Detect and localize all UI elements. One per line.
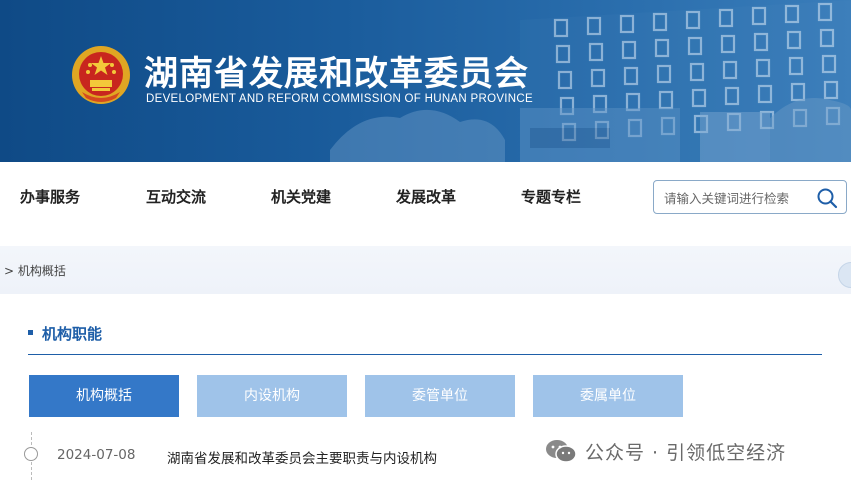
nav-item-services[interactable]: 办事服务	[20, 186, 80, 207]
section-divider	[28, 354, 822, 355]
section-title-text: 机构职能	[42, 325, 103, 343]
wechat-icon	[546, 440, 577, 463]
search-icon[interactable]	[816, 187, 838, 209]
breadcrumb[interactable]: > 机构概括	[4, 262, 66, 279]
site-title: 湖南省发展和改革委员会	[144, 54, 529, 94]
nav-item-interaction[interactable]: 互动交流	[146, 186, 206, 207]
square-bullet-icon	[28, 330, 33, 335]
header-banner: 湖南省发展和改革委员会 DEVELOPMENT AND REFORM COMMI…	[0, 0, 851, 162]
nav-item-party[interactable]: 机关党建	[271, 186, 331, 207]
list-item-date: 2024-07-08	[57, 447, 136, 463]
nav-item-reform[interactable]: 发展改革	[396, 186, 456, 207]
tab-internal-departments[interactable]: 内设机构	[197, 375, 347, 417]
search-input[interactable]	[664, 188, 814, 208]
breadcrumb-bar: > 机构概括	[0, 246, 851, 294]
watermark-text: 公众号 · 引领低空经济	[585, 441, 787, 464]
tab-managed-units[interactable]: 委管单位	[365, 375, 515, 417]
section-title: 机构职能	[28, 323, 102, 344]
nav-item-topics[interactable]: 专题专栏	[521, 186, 581, 207]
timeline-dot-icon	[24, 447, 38, 461]
site-subtitle: DEVELOPMENT AND REFORM COMMISSION OF HUN…	[146, 93, 533, 105]
search-box	[653, 180, 847, 214]
tab-overview[interactable]: 机构概括	[29, 375, 179, 417]
national-emblem-icon	[72, 46, 130, 104]
watermark: 公众号 · 引领低空经济	[545, 437, 786, 465]
main-nav: 办事服务 互动交流 机关党建 发展改革 专题专栏	[0, 162, 851, 230]
list-item-title[interactable]: 湖南省发展和改革委员会主要职责与内设机构	[167, 447, 437, 467]
tab-affiliated-units[interactable]: 委属单位	[533, 375, 683, 417]
